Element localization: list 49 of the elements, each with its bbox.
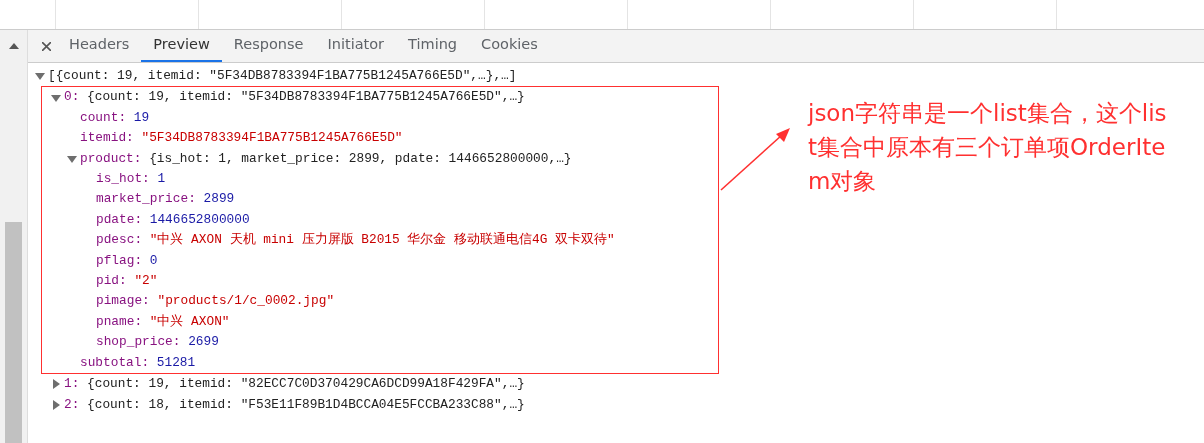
tab[interactable]: Preview [141, 30, 222, 62]
property-key: 0: [64, 87, 80, 108]
number-value: 19 [133, 108, 150, 127]
number-value: 1446652800000 [149, 210, 250, 229]
string-value: "5F34DB8783394F1BA775B1245A766E5D" [141, 129, 403, 148]
property-key: shop_price: [96, 332, 181, 353]
object-summary: [{count: 19, itemid: "5F34DB8783394F1BA775B1245A766E5D",…},…] [48, 67, 517, 85]
property-key: count: [80, 107, 127, 129]
tab[interactable]: Timing [396, 30, 470, 62]
collapsed-triangle-icon[interactable] [51, 379, 61, 390]
number-value: 1 [157, 170, 166, 189]
string-value: "2" [134, 272, 158, 291]
arrow [720, 125, 792, 191]
close-icon[interactable] [42, 42, 51, 51]
collapsed-triangle-icon[interactable] [51, 399, 61, 410]
property-key: market_price: [96, 189, 196, 210]
annotation-text: json字符串是一个list集合，这个list集合中原本有三个订单项OrderItem对象 [808, 99, 1168, 196]
object-summary: {count: 19, itemid: "82ECC7C0D370429CA6DCD99A18F429FA",…} [87, 375, 525, 394]
object-summary: {is_hot: 1, market_price: 2899, pdate: 1446652800000,…} [149, 149, 572, 168]
scroll-up-icon[interactable] [9, 43, 19, 49]
number-value: 2699 [188, 333, 219, 352]
number-value: 51281 [156, 353, 196, 372]
expanded-triangle-icon[interactable] [67, 153, 77, 164]
object-summary: {count: 19, itemid: "5F34DB8783394F1BA775B1245A766E5D",…} [87, 88, 525, 107]
string-value: "中兴 AXON" [149, 312, 230, 331]
tab[interactable]: Response [221, 30, 316, 62]
number-value: 2899 [203, 190, 235, 209]
property-key: pdate: [96, 209, 143, 231]
property-key: 1: [64, 374, 80, 395]
property-key: 2: [64, 394, 80, 415]
scrollbar-thumb[interactable] [5, 222, 22, 443]
string-value: "products/1/c_0002.jpg" [157, 292, 335, 311]
tab[interactable]: Headers [57, 30, 142, 62]
property-key: pdesc: [96, 230, 143, 251]
string-value: "中兴 AXON 天机 mini 压力屏版 B2015 华尔金 移动联通电信4G 双卡双待" [149, 231, 615, 250]
property-key: pflag: [96, 250, 143, 272]
property-key: subtotal: [80, 352, 150, 374]
property-key: product: [80, 148, 142, 170]
object-summary: {count: 18, itemid: "F53E11F89B1D4BCCA04E5FCCBA233C88",…} [87, 395, 525, 414]
expanded-triangle-icon[interactable] [51, 92, 61, 103]
property-key: is_hot: [96, 169, 150, 190]
tab[interactable]: Cookies [469, 30, 550, 62]
expanded-triangle-icon[interactable] [35, 71, 45, 82]
tab[interactable]: Initiator [315, 30, 397, 62]
property-key: pname: [96, 311, 143, 333]
number-value: 0 [149, 251, 158, 270]
property-key: pimage: [96, 291, 150, 312]
property-key: pid: [96, 271, 127, 292]
property-key: itemid: [80, 128, 134, 149]
